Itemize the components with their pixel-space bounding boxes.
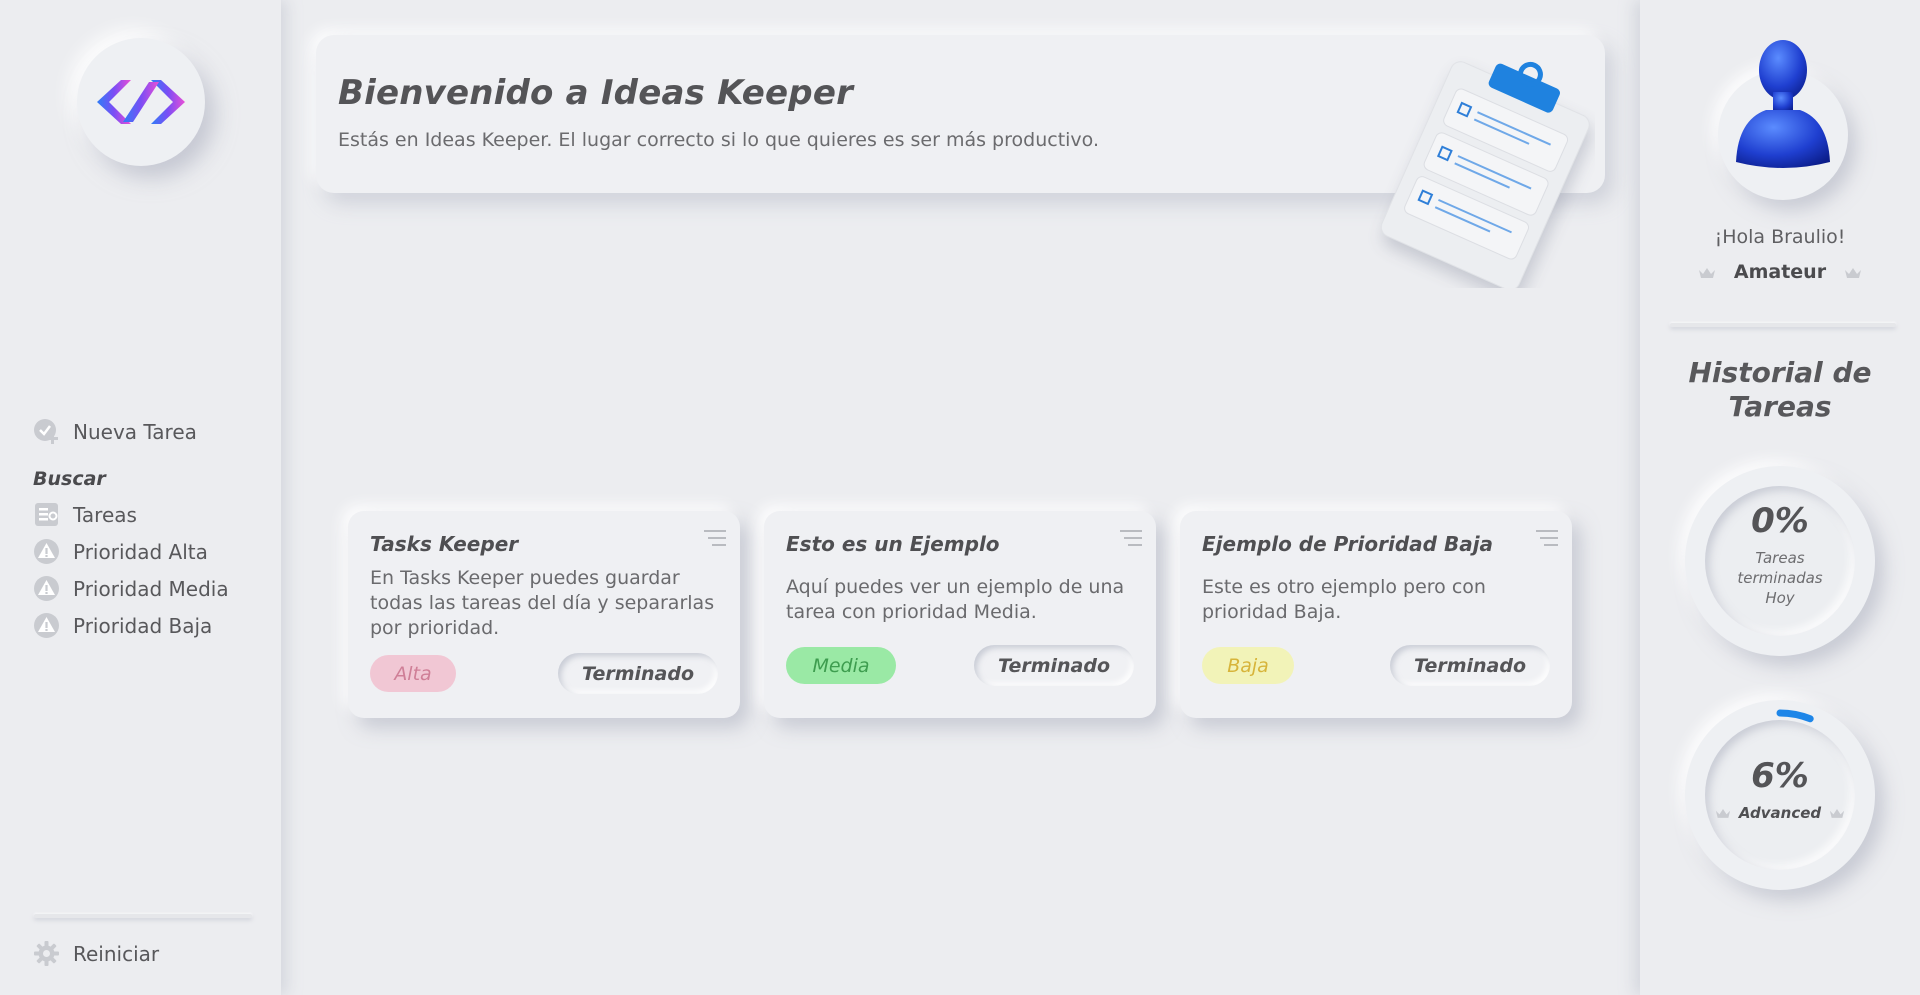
sidebar-divider <box>34 914 252 918</box>
sidebar-item-label: Reiniciar <box>73 941 160 966</box>
task-card[interactable]: Tasks Keeper En Tasks Keeper puedes guar… <box>348 511 740 718</box>
sidebar-item-label: Nueva Tarea <box>73 419 197 444</box>
menu-icon[interactable] <box>1120 529 1142 547</box>
gear-icon <box>33 940 60 967</box>
rank-label: Amateur <box>1733 261 1827 283</box>
warning-icon <box>33 612 60 639</box>
sidebar-item-priority-low[interactable]: Prioridad Baja <box>33 607 263 644</box>
sidebar-item-label: Tareas <box>73 502 137 527</box>
level-label: Advanced <box>1738 804 1822 822</box>
level-rank: Advanced <box>1685 804 1875 822</box>
left-sidebar: Nueva Tarea Buscar Tareas Prioridad Alta… <box>0 0 281 995</box>
crown-icon <box>1715 807 1731 819</box>
done-button[interactable]: Terminado <box>974 645 1134 686</box>
today-progress-gauge: 0% Tareas terminadas Hoy <box>1685 466 1875 656</box>
sidebar-item-label: Prioridad Alta <box>73 539 208 564</box>
sidebar-item-tasks[interactable]: Tareas <box>33 496 263 533</box>
user-rank: Amateur <box>1640 261 1920 283</box>
task-title: Ejemplo de Prioridad Baja <box>1202 532 1494 556</box>
add-task-icon <box>33 418 60 445</box>
warning-icon <box>33 575 60 602</box>
sidebar-nav: Nueva Tarea Buscar Tareas Prioridad Alta… <box>33 413 263 644</box>
sidebar-item-priority-medium[interactable]: Prioridad Media <box>33 570 263 607</box>
warning-icon <box>33 538 60 565</box>
search-heading: Buscar <box>33 468 106 490</box>
right-sidebar: ¡Hola Braulio! Amateur Historial de Tare… <box>1640 0 1920 995</box>
crown-icon <box>1844 266 1862 279</box>
task-description: Aquí puedes ver un ejemplo de una tarea … <box>786 576 1125 623</box>
task-card[interactable]: Ejemplo de Prioridad Baja Este es otro e… <box>1180 511 1572 718</box>
menu-icon[interactable] <box>704 529 726 547</box>
sidebar-item-new-task[interactable]: Nueva Tarea <box>33 413 263 450</box>
level-percent: 6% <box>1751 756 1809 796</box>
crown-icon <box>1829 807 1845 819</box>
clipboard-icon <box>1365 48 1595 291</box>
page-subtitle: Estás en Ideas Keeper. El lugar correcto… <box>338 129 1099 151</box>
sidebar-item-label: Prioridad Media <box>73 576 229 601</box>
priority-badge: Media <box>786 647 896 684</box>
task-description: Este es otro ejemplo pero con prioridad … <box>1202 576 1486 623</box>
priority-badge: Baja <box>1202 647 1294 684</box>
level-progress-gauge: 6% Advanced <box>1685 700 1875 890</box>
done-button[interactable]: Terminado <box>558 653 718 694</box>
user-greeting: ¡Hola Braulio! <box>1714 226 1846 248</box>
sidebar-item-label: Prioridad Baja <box>73 613 213 638</box>
menu-icon[interactable] <box>1536 529 1558 547</box>
today-percent: 0% <box>1751 501 1809 541</box>
code-logo-icon <box>97 80 185 124</box>
today-label: Tareas terminadas Hoy <box>1737 549 1823 607</box>
profile-divider <box>1670 323 1896 327</box>
list-icon <box>33 501 60 528</box>
done-button[interactable]: Terminado <box>1390 645 1550 686</box>
history-title: Historial de Tareas <box>1688 356 1872 423</box>
task-title: Tasks Keeper <box>370 532 519 556</box>
crown-icon <box>1698 266 1716 279</box>
task-description: En Tasks Keeper puedes guardar todas las… <box>370 567 715 639</box>
task-title: Esto es un Ejemplo <box>786 532 1000 556</box>
page-title: Bienvenido a Ideas Keeper <box>338 73 854 113</box>
task-card[interactable]: Esto es un Ejemplo Aquí puedes ver un ej… <box>764 511 1156 718</box>
user-avatar-icon[interactable] <box>1718 30 1848 180</box>
sidebar-item-priority-high[interactable]: Prioridad Alta <box>33 533 263 570</box>
app-logo[interactable] <box>77 38 205 166</box>
priority-badge: Alta <box>370 655 456 692</box>
sidebar-item-reset[interactable]: Reiniciar <box>33 935 159 972</box>
